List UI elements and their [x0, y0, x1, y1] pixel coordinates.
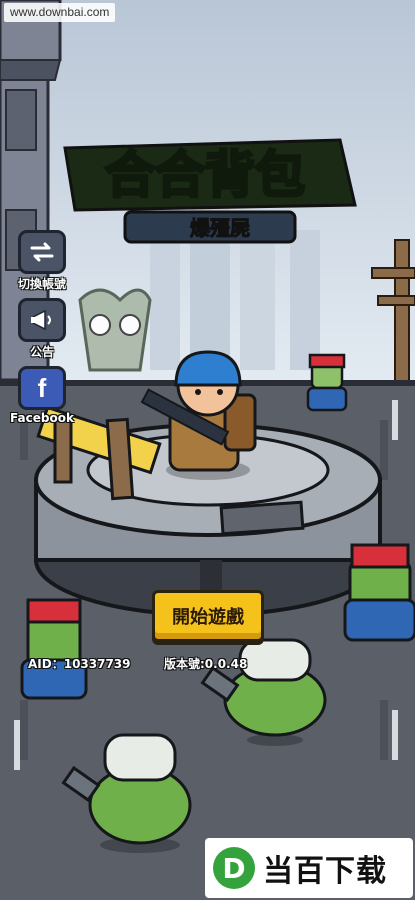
- switch-account-button[interactable]: 切換帳號: [12, 230, 72, 292]
- start-game-button[interactable]: 開始遊戲: [152, 590, 264, 642]
- logo-title: 合合背包: [105, 146, 305, 204]
- facebook-label: Facebook: [10, 411, 74, 425]
- facebook-button[interactable]: f Facebook: [10, 366, 74, 425]
- version-number: 版本號:0.0.48: [164, 657, 248, 671]
- brand-logo-icon: D: [213, 847, 255, 889]
- zombie: [306, 353, 348, 412]
- background-zombie: [78, 288, 152, 372]
- facebook-icon: f: [18, 366, 66, 410]
- logo-subtitle: 爆殭屍: [190, 216, 250, 240]
- game-logo: 合合背包 爆殭屍: [55, 130, 365, 250]
- brand-name: 当百下载: [263, 854, 387, 889]
- site-watermark: www.downbai.com: [4, 3, 116, 22]
- logo-graphic: 合合背包 爆殭屍: [63, 138, 357, 244]
- zombie: [343, 543, 415, 642]
- announcement-label: 公告: [29, 345, 54, 359]
- account-id: AID：10337739: [28, 657, 131, 671]
- game-screen: www.downbai.com 合合背包 爆殭屍 切換帳號 公告 f Faceb…: [0, 0, 415, 900]
- start-game-label: 開始遊戲: [172, 607, 244, 628]
- switch-account-icon: [18, 230, 66, 274]
- zombie: [20, 598, 88, 700]
- megaphone-icon: [18, 298, 66, 342]
- brand-watermark: D 当百下载: [205, 838, 413, 898]
- switch-account-label: 切換帳號: [17, 277, 66, 291]
- announcement-button[interactable]: 公告: [12, 298, 72, 360]
